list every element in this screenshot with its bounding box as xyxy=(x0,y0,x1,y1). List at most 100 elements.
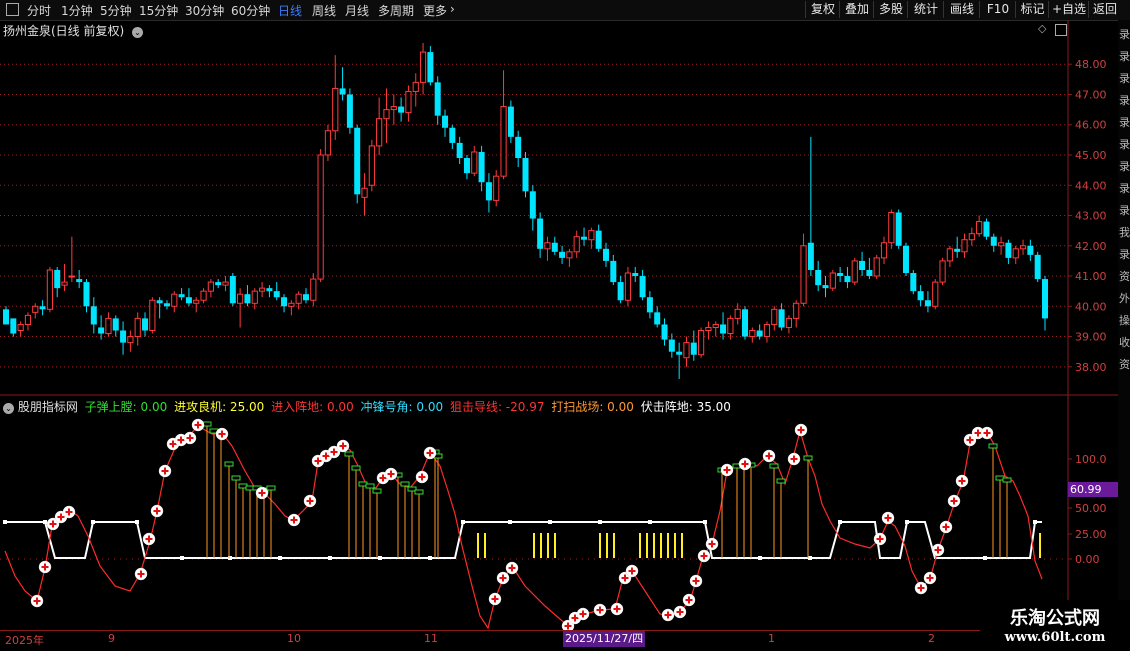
candle xyxy=(266,285,273,298)
multi-stock-button[interactable]: 多股 xyxy=(873,1,908,18)
candle xyxy=(829,269,836,292)
candle xyxy=(507,100,514,143)
watermark: 乐淘公式网 www.60lt.com xyxy=(980,600,1130,650)
candle xyxy=(1027,239,1034,261)
period-tab-monthly[interactable]: 月线 xyxy=(345,2,369,19)
candle-body xyxy=(281,297,288,307)
plus-circle-icon xyxy=(720,463,734,477)
candle xyxy=(200,288,207,304)
plus-circle-icon xyxy=(955,474,969,488)
bullet-marker xyxy=(776,478,786,484)
candle-body xyxy=(310,278,317,301)
candle xyxy=(317,148,324,283)
candle xyxy=(946,245,953,267)
plus-circle-icon xyxy=(150,504,164,518)
mark-button[interactable]: 标记 xyxy=(1015,1,1049,18)
candle-body xyxy=(837,273,844,277)
panel-toggle-icon[interactable] xyxy=(1055,24,1067,36)
bullet-marker xyxy=(414,489,424,495)
candle xyxy=(683,336,690,367)
candle xyxy=(120,321,127,355)
indicator-dropdown-icon[interactable]: ⌄ xyxy=(3,403,14,414)
add-watchlist-button[interactable]: +自选 xyxy=(1048,1,1089,18)
period-tab-1min[interactable]: 1分钟 xyxy=(61,2,93,19)
plus-circle-icon xyxy=(881,511,895,525)
candle-body xyxy=(602,248,609,261)
candle xyxy=(537,212,544,258)
period-tab-more[interactable]: 更多 xyxy=(423,2,447,19)
overlay-button[interactable]: 叠加 xyxy=(839,1,874,18)
current-value-badge: 60.99 xyxy=(1068,482,1120,497)
candle-body xyxy=(412,81,419,92)
candle-body xyxy=(207,281,214,292)
candle xyxy=(1019,239,1027,255)
candle xyxy=(229,273,236,307)
price-tick-label: 45.00 xyxy=(1075,149,1107,162)
draw-line-button[interactable]: 画线 xyxy=(943,1,980,18)
legend-bullet-loaded: 子弹上膛: 0.00 xyxy=(84,400,168,414)
candle-body xyxy=(646,297,653,313)
candle xyxy=(910,269,917,295)
period-tab-5min[interactable]: 5分钟 xyxy=(100,2,132,19)
side-strip-char: 外 xyxy=(1119,292,1130,305)
period-tab-15min[interactable]: 15分钟 xyxy=(139,2,178,19)
candle-body xyxy=(361,187,368,198)
ambush-marker xyxy=(378,556,382,560)
period-tab-fenshi[interactable]: 分时 xyxy=(27,2,51,19)
candle-body xyxy=(800,245,807,304)
candle-body xyxy=(932,281,939,307)
candle-body xyxy=(851,260,858,283)
candle-body xyxy=(61,281,68,286)
candle-body xyxy=(112,318,119,331)
candle xyxy=(493,170,500,207)
dropdown-icon[interactable]: ⌄ xyxy=(132,27,144,38)
ambush-marker xyxy=(91,520,95,524)
candle xyxy=(668,333,675,358)
candle xyxy=(471,145,478,177)
candle-body xyxy=(705,326,712,332)
candle xyxy=(193,297,200,313)
legend-attack-chance: 进攻良机: 25.00 xyxy=(174,400,265,414)
candle-body xyxy=(771,308,778,325)
indicator-chart[interactable]: 100.075.0050.0025.000.00 xyxy=(0,396,1118,630)
stats-button[interactable]: 统计 xyxy=(907,1,944,18)
plus-circle-icon xyxy=(682,593,696,607)
candle xyxy=(171,291,178,313)
toolbar-icon[interactable] xyxy=(6,3,19,16)
period-tab-weekly[interactable]: 周线 xyxy=(312,2,336,19)
candle-body xyxy=(690,342,697,355)
plus-circle-icon xyxy=(215,427,229,441)
ambush-marker xyxy=(508,520,512,524)
candle xyxy=(544,236,551,261)
ambush-line xyxy=(5,521,1042,559)
chevron-right-icon[interactable]: › xyxy=(450,2,455,16)
bullet-marker xyxy=(988,443,998,449)
fuquan-button[interactable]: 复权 xyxy=(805,1,840,18)
candle xyxy=(1012,245,1019,264)
candle xyxy=(449,124,456,149)
candle-body xyxy=(902,245,909,274)
candle-body xyxy=(676,351,683,355)
plus-circle-icon xyxy=(287,513,301,527)
candle-body xyxy=(185,297,192,304)
candlestick-chart[interactable]: 48.00 47.00 46.00 45.00 44.00 43.00 42.00 41.00… xyxy=(0,20,1118,396)
candle xyxy=(376,97,383,155)
ambush-marker xyxy=(328,556,332,560)
plus-circle-icon xyxy=(505,561,519,575)
ambush-marker xyxy=(3,520,7,524)
indicator-tick-label: 25.00 xyxy=(1075,528,1107,541)
period-tab-30min[interactable]: 30分钟 xyxy=(185,2,224,19)
candle xyxy=(997,236,1005,255)
candle xyxy=(793,300,800,328)
candle xyxy=(822,276,829,298)
period-tab-multi[interactable]: 多周期 xyxy=(378,2,414,19)
candle-body xyxy=(383,109,390,120)
bullet-marker xyxy=(344,451,354,457)
back-button[interactable]: 返回 xyxy=(1088,1,1121,18)
candle-body xyxy=(734,308,741,319)
diamond-icon[interactable]: ◇ xyxy=(1038,22,1046,35)
period-tab-daily[interactable]: 日线 xyxy=(278,2,302,19)
candle-body xyxy=(720,324,727,334)
period-tab-60min[interactable]: 60分钟 xyxy=(231,2,270,19)
f10-button[interactable]: F10 xyxy=(979,1,1016,18)
